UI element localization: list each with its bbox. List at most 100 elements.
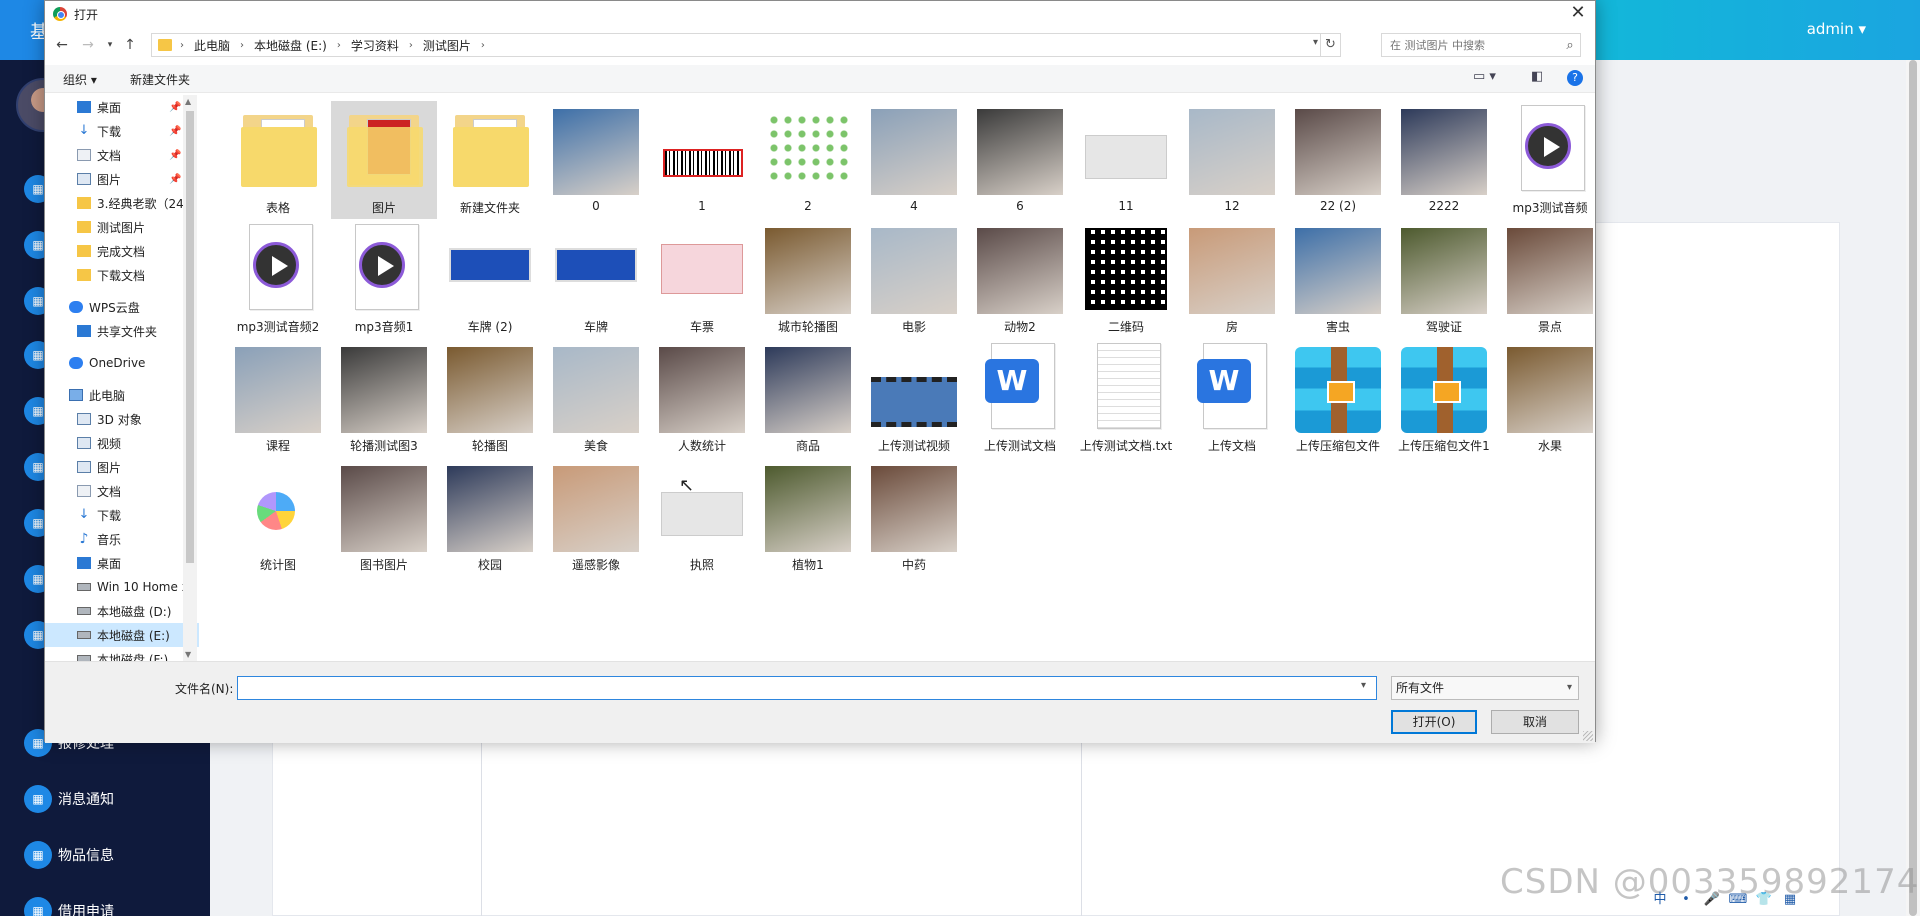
file-tile[interactable]: W 上传测试文档 <box>967 339 1073 457</box>
nav-item-drive-f[interactable]: 本地磁盘 (F:) <box>45 647 199 661</box>
help-icon[interactable]: ? <box>1567 70 1583 86</box>
chevron-right-icon[interactable]: › <box>337 40 341 51</box>
back-arrow-icon[interactable]: ← <box>51 35 73 55</box>
page-scrollbar[interactable] <box>1906 60 1920 916</box>
nav-item-drive-c[interactable]: Win 10 Home x <box>45 575 199 599</box>
nav-item-drive-d[interactable]: 本地磁盘 (D:) <box>45 599 199 623</box>
file-tile[interactable]: 遥感影像 <box>543 458 649 576</box>
nav-item-onedrive[interactable]: OneDrive <box>45 351 199 375</box>
punct-icon[interactable]: • <box>1676 890 1696 910</box>
keyboard-icon[interactable]: ⌨ <box>1728 890 1748 910</box>
file-tile[interactable]: mp3测试音频2 <box>225 220 331 338</box>
nav-item-shared[interactable]: 共享文件夹 <box>45 319 199 343</box>
file-tile[interactable]: 4 <box>861 101 967 219</box>
chevron-right-icon[interactable]: › <box>481 40 485 51</box>
file-tile[interactable]: 课程 <box>225 339 331 457</box>
file-tile[interactable]: 车牌 (2) <box>437 220 543 338</box>
file-tile[interactable]: 轮播测试图3 <box>331 339 437 457</box>
nav-item-desktop[interactable]: 桌面 <box>45 551 199 575</box>
nav-item-music[interactable]: ♪ 音乐 <box>45 527 199 551</box>
file-tile[interactable]: 新建文件夹 <box>437 101 543 219</box>
nav-item-wps[interactable]: WPS云盘 <box>45 295 199 319</box>
file-tile[interactable]: 害虫 <box>1285 220 1391 338</box>
file-tile[interactable]: 商品 <box>755 339 861 457</box>
skin-icon[interactable]: 👕 <box>1754 890 1774 910</box>
up-arrow-icon[interactable]: ↑ <box>119 35 141 55</box>
nav-item-folder[interactable]: 测试图片 <box>45 215 199 239</box>
admin-menu[interactable]: admin ▾ <box>1807 20 1866 38</box>
cancel-button[interactable]: 取消 <box>1491 710 1579 734</box>
chevron-down-icon[interactable]: ▾ <box>1361 680 1366 691</box>
dialog-titlebar[interactable]: 打开 ✕ <box>45 1 1595 27</box>
file-tile[interactable]: 动物2 <box>967 220 1073 338</box>
file-tile[interactable]: 1 <box>649 101 755 219</box>
scrollbar-thumb[interactable] <box>1909 60 1917 916</box>
nav-item-pictures[interactable]: 图片 📌 <box>45 167 199 191</box>
sidebar-item-messages[interactable]: ▦ 消息通知 <box>24 784 194 814</box>
nav-item-this-pc[interactable]: 此电脑 <box>45 383 199 407</box>
filetype-select[interactable]: 所有文件 ▾ <box>1391 676 1579 700</box>
file-tile[interactable]: 0 <box>543 101 649 219</box>
nav-item-folder[interactable]: 完成文档 <box>45 239 199 263</box>
file-tile[interactable]: 上传压缩包文件 <box>1285 339 1391 457</box>
nav-item-drive-e[interactable]: 本地磁盘 (E:) <box>45 623 199 647</box>
file-tile[interactable]: 上传测试视频 <box>861 339 967 457</box>
file-tile[interactable]: 植物1 <box>755 458 861 576</box>
search-input[interactable] <box>1382 38 1560 52</box>
file-tile[interactable]: 表格 <box>225 101 331 219</box>
file-tile[interactable]: 车牌 <box>543 220 649 338</box>
nav-item-documents[interactable]: 文档 <box>45 479 199 503</box>
nav-item-pictures[interactable]: 图片 <box>45 455 199 479</box>
nav-item-documents[interactable]: 文档 📌 <box>45 143 199 167</box>
file-tile[interactable]: 图书图片 <box>331 458 437 576</box>
file-tile[interactable]: 美食 <box>543 339 649 457</box>
close-button[interactable]: ✕ <box>1561 1 1595 27</box>
grid-icon[interactable]: ▦ <box>1780 890 1800 910</box>
chevron-right-icon[interactable]: › <box>240 40 244 51</box>
file-tile[interactable]: 12 <box>1179 101 1285 219</box>
file-tile[interactable]: 11 <box>1073 101 1179 219</box>
breadcrumb-item[interactable]: 此电脑 <box>194 37 230 54</box>
chevron-down-icon[interactable]: ▾ <box>1313 37 1318 48</box>
file-tile[interactable]: 景点 <box>1497 220 1603 338</box>
file-tile[interactable]: 执照 <box>649 458 755 576</box>
file-tile[interactable]: 22 (2) <box>1285 101 1391 219</box>
nav-item-3d[interactable]: 3D 对象 <box>45 407 199 431</box>
open-button[interactable]: 打开(O) <box>1391 710 1477 734</box>
sidebar-item-borrow[interactable]: ▦ 借用申请 <box>24 896 194 916</box>
chevron-right-icon[interactable]: › <box>180 40 184 51</box>
file-tile[interactable]: 城市轮播图 <box>755 220 861 338</box>
nav-item-folder[interactable]: 3.经典老歌（24 <box>45 191 199 215</box>
file-tile[interactable]: 6 <box>967 101 1073 219</box>
scrollbar-thumb[interactable] <box>186 111 194 563</box>
resize-grip-icon[interactable] <box>1583 731 1593 741</box>
file-tile[interactable]: mp3测试音频 <box>1497 101 1603 219</box>
file-tile[interactable]: 驾驶证 <box>1391 220 1497 338</box>
file-tile[interactable]: W 上传文档 <box>1179 339 1285 457</box>
nav-item-videos[interactable]: 视频 <box>45 431 199 455</box>
chevron-right-icon[interactable]: › <box>409 40 413 51</box>
nav-scrollbar[interactable]: ▲ ▼ <box>183 95 197 661</box>
file-tile[interactable]: mp3音频1 <box>331 220 437 338</box>
file-tile[interactable]: 统计图 <box>225 458 331 576</box>
mic-icon[interactable]: 🎤 <box>1702 890 1722 910</box>
file-tile[interactable]: 二维码 <box>1073 220 1179 338</box>
file-tile[interactable]: 2222 <box>1391 101 1497 219</box>
search-icon[interactable]: ⌕ <box>1560 38 1580 53</box>
nav-item-downloads[interactable]: ↓ 下载 📌 <box>45 119 199 143</box>
scroll-down-icon[interactable]: ▼ <box>185 650 191 659</box>
file-tile[interactable]: 图片 <box>331 101 437 219</box>
breadcrumb-item[interactable]: 测试图片 <box>423 37 471 54</box>
ime-icon[interactable]: 中 <box>1650 890 1670 910</box>
breadcrumb-item[interactable]: 本地磁盘 (E:) <box>254 37 327 54</box>
file-tile[interactable]: 电影 <box>861 220 967 338</box>
sidebar-item-items[interactable]: ▦ 物品信息 <box>24 840 194 870</box>
nav-item-downloads[interactable]: ↓ 下载 <box>45 503 199 527</box>
refresh-icon[interactable]: ↻ <box>1320 34 1340 56</box>
preview-pane-icon[interactable]: ◧ <box>1531 69 1543 89</box>
search-box[interactable]: ⌕ <box>1381 33 1581 57</box>
nav-item-desktop[interactable]: 桌面 📌 <box>45 95 199 119</box>
forward-arrow-icon[interactable]: → <box>77 35 99 55</box>
file-tile[interactable]: 上传压缩包文件1 <box>1391 339 1497 457</box>
file-tile[interactable]: 上传测试文档.txt <box>1073 339 1179 457</box>
